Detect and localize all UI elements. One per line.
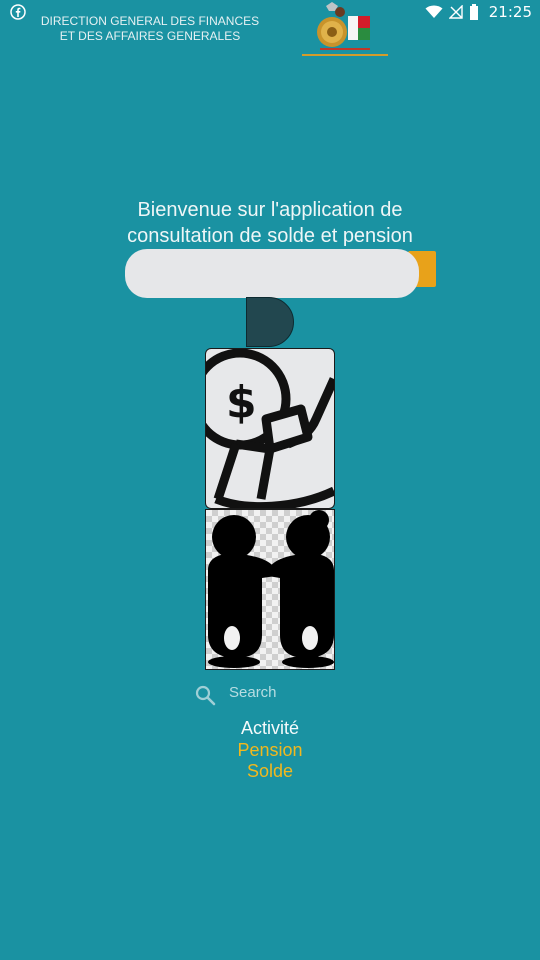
wifi-icon [425,5,443,18]
search-input[interactable] [229,680,389,704]
menu-item-solde[interactable]: Solde [170,761,370,783]
welcome-line2: consultation de solde et pension [127,225,413,247]
battery-icon [469,4,478,20]
status-time: 21:25 [488,3,532,21]
pension-money-hand-icon: $ [206,349,334,508]
menu-item-pension[interactable]: Pension [170,740,370,762]
search-icon[interactable] [194,684,216,706]
welcome-line1: Bienvenue sur l'application de [137,199,403,221]
activity-image-button[interactable] [205,509,335,670]
org-title-line2: ET DES AFFAIRES GENERALES [59,29,241,43]
status-icons: 21:25 [425,2,532,22]
svg-text:$: $ [226,377,257,428]
welcome-message: Bienvenue sur l'application de consultat… [100,197,440,249]
ministry-logo [302,2,388,56]
pension-image-button[interactable]: $ [205,348,335,509]
menu-item-activite[interactable]: Activité [170,718,370,740]
no-signal-icon [448,5,463,19]
facebook-icon [10,4,26,20]
org-title: DIRECTION GENERAL DES FINANCES ET DES AF… [40,14,260,44]
category-menu: Activité Pension Solde [170,718,370,783]
text-input[interactable] [125,249,419,298]
d-button[interactable] [246,297,294,347]
org-title-line1: DIRECTION GENERAL DES FINANCES [40,14,260,28]
elderly-couple-icon [208,510,334,668]
